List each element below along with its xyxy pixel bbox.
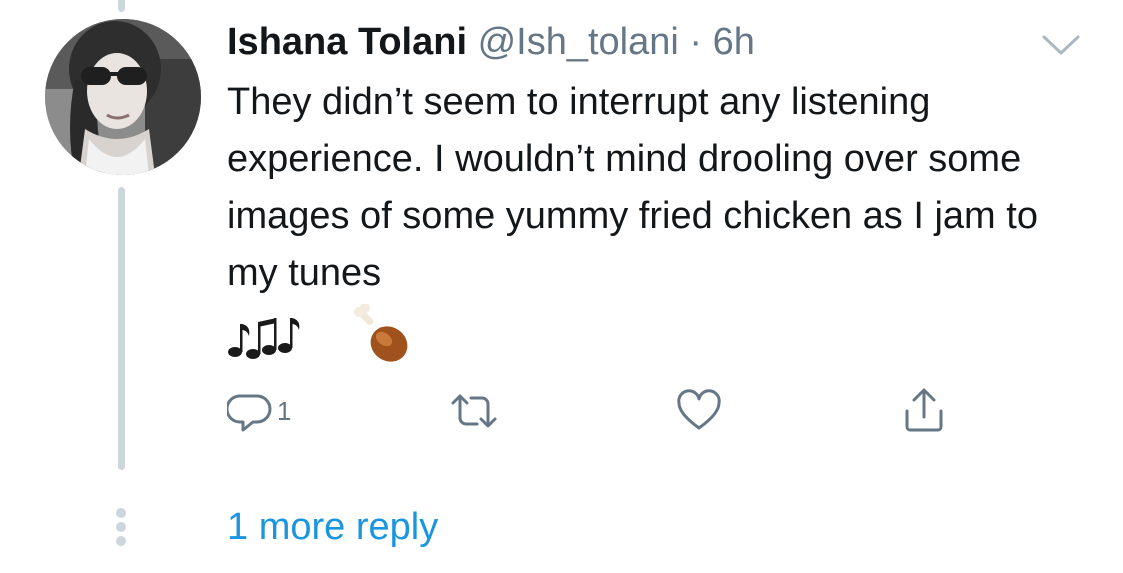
avatar[interactable] — [45, 19, 201, 175]
thread-more-dots — [116, 508, 127, 546]
retweet-button[interactable] — [449, 386, 499, 436]
tweet-text: They didn’t seem to interrupt any listen… — [227, 74, 1097, 302]
separator-dot: · — [678, 21, 713, 63]
display-name[interactable]: Ishana Tolani — [227, 21, 467, 63]
tweet-actions: 1 — [227, 386, 987, 436]
like-icon — [677, 389, 721, 430]
tweet[interactable]: Ishana Tolani @Ish_tolani · 6h They didn… — [227, 18, 1087, 366]
timestamp[interactable]: 6h — [713, 21, 755, 63]
music-notes-icon — [228, 318, 300, 359]
reply-count: 1 — [277, 395, 292, 426]
emoji-graphics — [227, 304, 1087, 366]
share-button[interactable] — [901, 386, 947, 436]
tweet-body: They didn’t seem to interrupt any listen… — [227, 81, 1038, 294]
more-replies-link[interactable]: 1 more reply — [227, 503, 438, 551]
user-handle[interactable]: @Ish_tolani — [478, 21, 679, 63]
avatar-photo — [45, 19, 201, 175]
share-icon — [905, 388, 943, 432]
reply-icon — [227, 394, 272, 432]
tweet-header: Ishana Tolani @Ish_tolani · 6h — [227, 18, 1087, 66]
retweet-icon — [451, 394, 497, 428]
reply-button[interactable]: 1 — [227, 386, 291, 436]
like-button[interactable] — [675, 386, 723, 436]
drumstick-icon — [354, 304, 408, 362]
thread-line-top — [118, 0, 125, 12]
thread-line — [118, 187, 125, 470]
tweet-options-chevron-icon[interactable] — [1040, 32, 1082, 58]
